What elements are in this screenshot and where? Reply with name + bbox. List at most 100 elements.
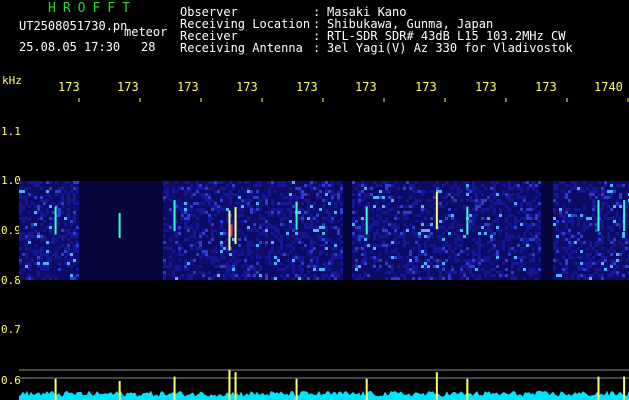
noise-cell	[316, 277, 319, 280]
noise-cell	[553, 223, 556, 226]
noise-cell	[298, 211, 301, 214]
noise-cell	[415, 250, 418, 253]
noise-cell	[49, 277, 52, 280]
noise-cell	[337, 232, 340, 235]
noise-cell	[553, 190, 556, 193]
noise-cell	[265, 268, 268, 271]
noise-cell	[508, 187, 511, 190]
noise-cell	[229, 193, 232, 196]
noise-cell	[433, 271, 436, 274]
noise-cell	[499, 223, 502, 226]
noise-cell	[328, 187, 331, 190]
noise-cell	[331, 229, 334, 232]
noise-cell	[511, 256, 514, 259]
noise-cell	[526, 241, 529, 244]
noise-cell	[334, 253, 337, 256]
noise-cell	[475, 193, 478, 196]
noise-cell	[286, 271, 289, 274]
noise-cell	[223, 244, 226, 247]
noise-cell	[454, 181, 457, 184]
noise-cell	[286, 202, 289, 205]
noise-cell	[289, 211, 292, 214]
noise-cell	[520, 184, 523, 187]
noise-cell	[490, 259, 493, 262]
noise-cell	[490, 274, 493, 277]
noise-cell	[208, 250, 211, 253]
noise-cell	[388, 268, 391, 271]
noise-cell	[49, 205, 52, 208]
noise-cell	[178, 229, 181, 232]
noise-cell	[163, 214, 166, 217]
noise-cell	[241, 226, 244, 229]
noise-cell	[208, 235, 211, 238]
noise-cell	[508, 271, 511, 274]
noise-cell	[61, 268, 64, 271]
noise-cell	[409, 202, 412, 205]
noise-cell	[367, 274, 370, 277]
noise-cell	[301, 238, 304, 241]
noise-cell	[307, 184, 310, 187]
noise-cell	[214, 196, 217, 199]
noise-cell	[175, 262, 178, 265]
noise-cell	[406, 208, 409, 211]
noise-cell	[67, 238, 70, 241]
noise-cell	[46, 184, 49, 187]
noise-cell	[508, 247, 511, 250]
noise-cell	[442, 220, 445, 223]
noise-cell	[385, 256, 388, 259]
noise-cell	[163, 265, 166, 268]
noise-cell	[337, 277, 340, 280]
noise-cell	[46, 268, 49, 271]
noise-cell	[76, 259, 79, 262]
noise-cell	[448, 241, 451, 244]
noise-cell	[388, 232, 391, 235]
noise-cell	[388, 262, 391, 265]
noise-cell	[370, 259, 373, 262]
noise-cell	[526, 226, 529, 229]
noise-cell	[526, 238, 529, 241]
noise-cell	[232, 184, 235, 187]
noise-cell	[388, 259, 391, 262]
noise-cell	[205, 196, 208, 199]
noise-cell	[307, 217, 310, 220]
noise-cell	[391, 250, 394, 253]
noise-cell	[493, 259, 496, 262]
noise-cell	[292, 217, 295, 220]
noise-cell	[532, 274, 535, 277]
noise-cell	[19, 214, 22, 217]
noise-cell	[22, 235, 25, 238]
noise-cell	[286, 250, 289, 253]
noise-cell	[340, 226, 343, 229]
noise-cell	[523, 211, 526, 214]
noise-cell	[523, 235, 526, 238]
noise-cell	[361, 277, 364, 280]
noise-cell	[52, 196, 55, 199]
noise-cell	[163, 211, 166, 214]
noise-cell	[514, 235, 517, 238]
noise-cell	[259, 274, 262, 277]
noise-cell	[295, 238, 298, 241]
noise-cell	[448, 223, 451, 226]
noise-cell	[286, 214, 289, 217]
noise-cell	[55, 262, 58, 265]
noise-cell	[256, 217, 259, 220]
noise-cell	[298, 226, 301, 229]
noise-cell	[34, 235, 37, 238]
noise-cell	[523, 184, 526, 187]
noise-cell	[373, 205, 376, 208]
noise-cell	[358, 214, 361, 217]
noise-cell	[220, 247, 223, 250]
noise-cell	[301, 217, 304, 220]
noise-cell	[184, 274, 187, 277]
noise-cell	[511, 199, 514, 202]
noise-cell	[403, 274, 406, 277]
noise-cell	[64, 259, 67, 262]
noise-cell	[373, 241, 376, 244]
noise-cell	[205, 235, 208, 238]
noise-cell	[25, 256, 28, 259]
noise-cell	[556, 202, 559, 205]
noise-cell	[166, 244, 169, 247]
noise-cell	[502, 223, 505, 226]
noise-cell	[322, 229, 325, 232]
noise-cell	[505, 232, 508, 235]
